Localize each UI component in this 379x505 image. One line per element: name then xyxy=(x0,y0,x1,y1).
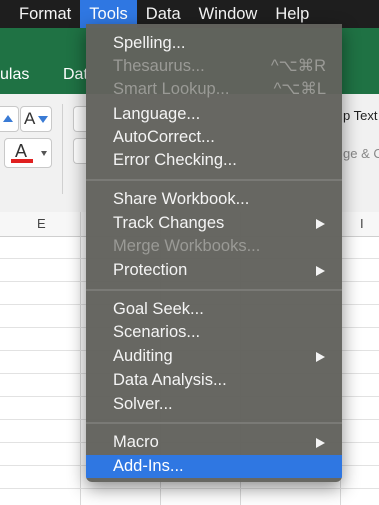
submenu-arrow-icon xyxy=(316,352,325,362)
tools-menu: Spelling... Thesaurus... ^⌥⌘R Smart Look… xyxy=(86,24,342,482)
menu-item-goal-seek[interactable]: Goal Seek... xyxy=(86,298,342,321)
menu-item-data-analysis[interactable]: Data Analysis... xyxy=(86,369,342,392)
menu-item-label: Share Workbook... xyxy=(113,190,250,208)
shortcut-label: ^⌥⌘L xyxy=(273,80,326,98)
merge-center-button[interactable]: ge & C xyxy=(343,146,379,161)
menu-item-label: Solver... xyxy=(113,395,173,413)
menu-item-label: Spelling... xyxy=(113,34,186,52)
menu-item-label: Protection xyxy=(113,261,188,279)
triangle-up-icon xyxy=(3,115,13,122)
menu-item-label: Thesaurus... xyxy=(113,57,205,75)
menu-item-track-changes[interactable]: Track Changes xyxy=(86,212,342,235)
wrap-text-button[interactable]: p Text xyxy=(343,108,377,123)
menu-separator xyxy=(86,289,342,291)
submenu-arrow-icon xyxy=(316,219,325,229)
menu-item-add-ins[interactable]: Add-Ins... xyxy=(86,455,342,478)
font-color-button[interactable]: A xyxy=(4,138,52,168)
menu-item-macro[interactable]: Macro xyxy=(86,431,342,454)
triangle-down-icon xyxy=(38,116,48,123)
column-header-e[interactable]: E xyxy=(37,216,46,231)
menu-format[interactable]: Format xyxy=(0,0,80,28)
grid-line xyxy=(80,212,81,505)
tab-data[interactable]: Dat xyxy=(63,66,88,84)
menu-item-smart-lookup: Smart Lookup... ^⌥⌘L xyxy=(86,78,342,101)
shortcut-label: ^⌥⌘R xyxy=(270,57,326,75)
menu-item-label: Track Changes xyxy=(113,214,225,232)
menu-item-label: Goal Seek... xyxy=(113,300,204,318)
font-size-a-icon: A xyxy=(24,109,36,128)
tab-formulas[interactable]: ulas xyxy=(0,66,29,84)
menu-item-share-workbook[interactable]: Share Workbook... xyxy=(86,188,342,211)
menu-item-label: Data Analysis... xyxy=(113,371,227,389)
menu-item-label: Error Checking... xyxy=(113,151,237,169)
submenu-arrow-icon xyxy=(316,438,325,448)
menu-item-label: Scenarios... xyxy=(113,323,201,341)
menu-item-label: Smart Lookup... xyxy=(113,80,230,98)
font-size-button[interactable]: A xyxy=(20,106,52,132)
menu-separator xyxy=(86,422,342,424)
menu-item-thesaurus: Thesaurus... ^⌥⌘R xyxy=(86,55,342,78)
menu-item-language[interactable]: Language... xyxy=(86,103,342,126)
menu-item-auditing[interactable]: Auditing xyxy=(86,345,342,368)
menu-item-error-checking[interactable]: Error Checking... xyxy=(86,149,342,172)
menu-separator xyxy=(86,179,342,181)
menu-item-label: Macro xyxy=(113,433,159,451)
menu-item-autocorrect[interactable]: AutoCorrect... xyxy=(86,126,342,149)
grid-line xyxy=(0,488,379,489)
submenu-arrow-icon xyxy=(316,266,325,276)
menu-item-label: Add-Ins... xyxy=(113,457,184,475)
font-color-swatch xyxy=(11,159,33,163)
menu-item-label: AutoCorrect... xyxy=(113,128,215,146)
column-header-i[interactable]: I xyxy=(360,216,364,231)
menu-item-label: Auditing xyxy=(113,347,173,365)
menu-item-solver[interactable]: Solver... xyxy=(86,393,342,416)
menu-item-label: Language... xyxy=(113,105,201,123)
dropdown-arrow-icon xyxy=(41,151,47,156)
menu-item-spelling[interactable]: Spelling... xyxy=(86,32,342,55)
menu-item-scenarios[interactable]: Scenarios... xyxy=(86,321,342,344)
menu-item-protection[interactable]: Protection xyxy=(86,259,342,282)
menu-item-label: Merge Workbooks... xyxy=(113,237,261,255)
decrease-font-size-button[interactable] xyxy=(0,106,19,132)
menu-item-merge-workbooks: Merge Workbooks... xyxy=(86,235,342,258)
toolbar-divider xyxy=(62,104,63,194)
